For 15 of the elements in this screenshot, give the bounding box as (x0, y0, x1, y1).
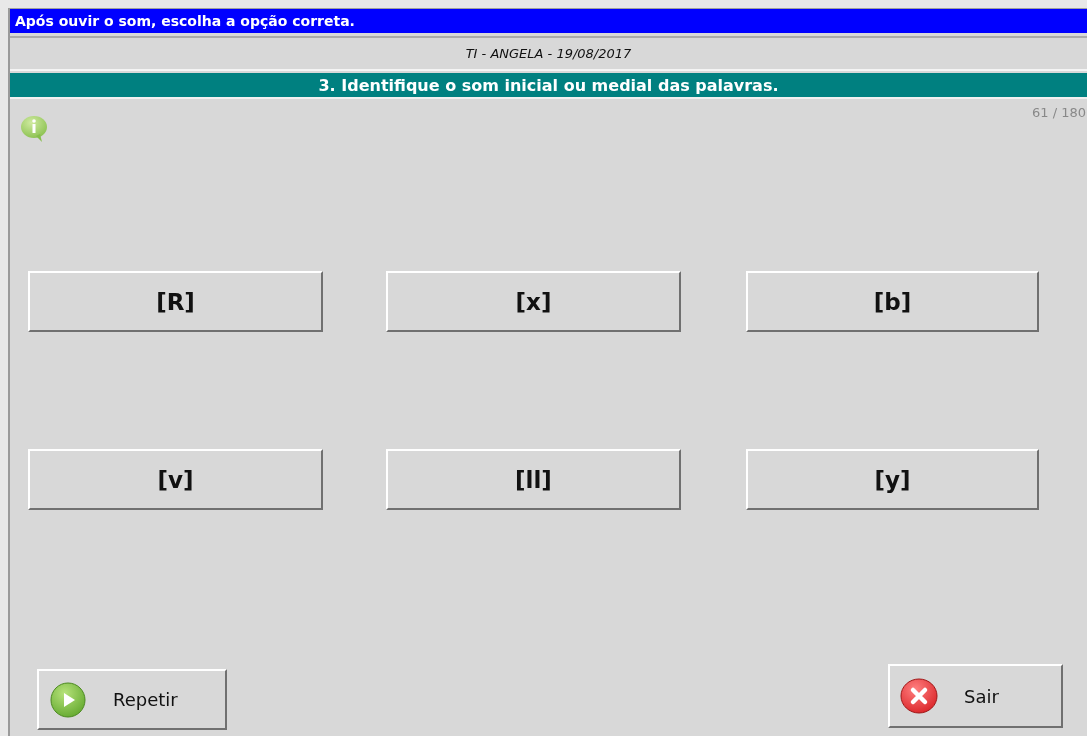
session-text: TI - ANGELA - 19/08/2017 (465, 46, 632, 61)
exit-button[interactable]: Sair (888, 664, 1063, 728)
progress-counter: 61 / 180 (1032, 105, 1086, 120)
instruction-text: Após ouvir o som, escolha a opção correta. (15, 13, 355, 29)
repeat-button[interactable]: Repetir (37, 669, 227, 730)
answer-option-button[interactable]: [ll] (386, 449, 681, 510)
play-icon (49, 681, 87, 718)
answer-option-button[interactable]: [R] (28, 271, 323, 332)
answer-option-button[interactable]: [y] (746, 449, 1039, 510)
exercise-title: 3. Identifique o som inicial ou medial das palavras. (318, 75, 779, 95)
answer-option-button[interactable]: [v] (28, 449, 323, 510)
answer-option-button[interactable]: [x] (386, 271, 681, 332)
info-icon[interactable] (20, 115, 50, 143)
close-icon (900, 678, 938, 714)
answer-option-button[interactable]: [b] (746, 271, 1039, 332)
